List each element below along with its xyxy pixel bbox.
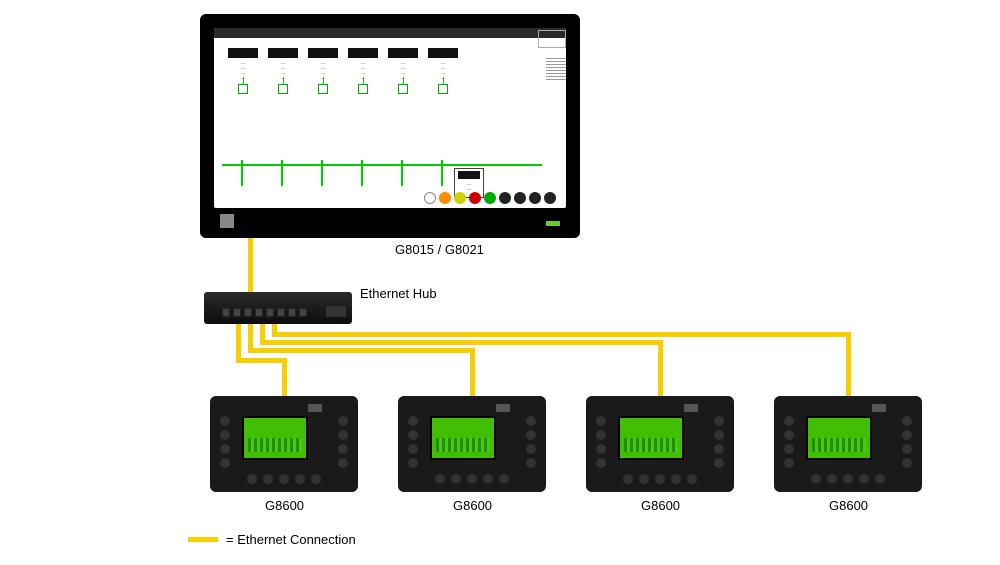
ethernet-cable-2-seg-a: [248, 324, 253, 348]
legend: = Ethernet Connection: [188, 532, 356, 547]
legend-text: = Ethernet Connection: [226, 532, 356, 547]
g8600-controller-2: [398, 396, 546, 492]
g8600-controller-4: [774, 396, 922, 492]
hub-label: Ethernet Hub: [360, 286, 437, 301]
scada-single-line-diagram: –––––––– –––––––– –––––––– –––––––– ––––…: [222, 48, 558, 186]
monitor-status-led-icon: [546, 221, 560, 226]
ctrl-btn-dark1-icon: [499, 192, 511, 204]
scada-drop-1: [241, 160, 243, 186]
scada-bus-line: [222, 164, 542, 166]
controller-right-buttons: [526, 416, 536, 468]
ethernet-cable-1-seg-b: [236, 358, 287, 363]
g8600-caption-2: G8600: [453, 498, 492, 513]
gen-column-1: ––––––––: [226, 48, 260, 158]
controller-screen: [430, 416, 496, 460]
ethernet-cable-2-seg-b: [248, 348, 475, 353]
controller-screen: [242, 416, 308, 460]
ethernet-cable-2-seg-c: [470, 348, 475, 398]
controller-brand-icon: [684, 404, 698, 412]
g8600-caption-1: G8600: [265, 498, 304, 513]
monitor-caption: G8015 / G8021: [395, 242, 484, 257]
controller-brand-icon: [308, 404, 322, 412]
ethernet-cable-1-seg-c: [282, 358, 287, 398]
controller-screen: [618, 416, 684, 460]
controller-left-buttons: [220, 416, 230, 468]
controller-screen: [806, 416, 872, 460]
scada-control-buttons: [424, 192, 556, 204]
ethernet-cable-3-seg-a: [260, 324, 265, 340]
ethernet-cable-3-seg-b: [260, 340, 663, 345]
ctrl-btn-orange-icon: [439, 192, 451, 204]
legend-swatch-ethernet-icon: [188, 537, 218, 542]
controller-right-buttons: [902, 416, 912, 468]
controller-bottom-buttons: [238, 474, 330, 484]
scada-monitor: –––––––– –––––––– –––––––– –––––––– ––––…: [200, 14, 580, 238]
controller-brand-icon: [872, 404, 886, 412]
hub-sfp-slot-icon: [326, 306, 346, 317]
ctrl-btn-dark2-icon: [514, 192, 526, 204]
controller-bottom-buttons: [426, 474, 518, 484]
controller-left-buttons: [596, 416, 606, 468]
ethernet-cable-4-seg-c: [846, 332, 851, 398]
gen-column-5: ––––––––: [386, 48, 420, 158]
g8600-controller-3: [586, 396, 734, 492]
ctrl-btn-dark4-icon: [544, 192, 556, 204]
scada-drop-3: [321, 160, 323, 186]
controller-brand-icon: [496, 404, 510, 412]
ethernet-cable-4-seg-b: [272, 332, 851, 337]
g8600-controller-1: [210, 396, 358, 492]
ctrl-btn-white-icon: [424, 192, 436, 204]
ethernet-cable-monitor-to-hub: [248, 238, 253, 292]
controller-right-buttons: [714, 416, 724, 468]
g8600-caption-4: G8600: [829, 498, 868, 513]
gen-column-3: ––––––––: [306, 48, 340, 158]
scada-drop-4: [361, 160, 363, 186]
scada-drop-5: [401, 160, 403, 186]
ctrl-btn-yellow-icon: [454, 192, 466, 204]
controller-right-buttons: [338, 416, 348, 468]
scada-side-card: [538, 30, 566, 48]
monitor-brand-logo-icon: [220, 214, 234, 228]
scada-drop-2: [281, 160, 283, 186]
g8600-caption-3: G8600: [641, 498, 680, 513]
gen-column-6: ––––––––: [426, 48, 460, 158]
ethernet-cable-3-seg-c: [658, 340, 663, 398]
gen-column-4: ––––––––: [346, 48, 380, 158]
hub-ports: [222, 308, 307, 317]
ethernet-cable-4-seg-a: [272, 324, 277, 332]
scada-screen: –––––––– –––––––– –––––––– –––––––– ––––…: [214, 28, 566, 208]
controller-bottom-buttons: [614, 474, 706, 484]
ctrl-btn-green-icon: [484, 192, 496, 204]
gen-column-2: ––––––––: [266, 48, 300, 158]
scada-topbar: [214, 28, 566, 38]
ethernet-cable-1-seg-a: [236, 324, 241, 358]
controller-bottom-buttons: [802, 474, 894, 484]
controller-left-buttons: [784, 416, 794, 468]
ethernet-hub: [204, 292, 352, 324]
ctrl-btn-red-icon: [469, 192, 481, 204]
scada-drop-6: [441, 160, 443, 186]
controller-left-buttons: [408, 416, 418, 468]
ctrl-btn-dark3-icon: [529, 192, 541, 204]
